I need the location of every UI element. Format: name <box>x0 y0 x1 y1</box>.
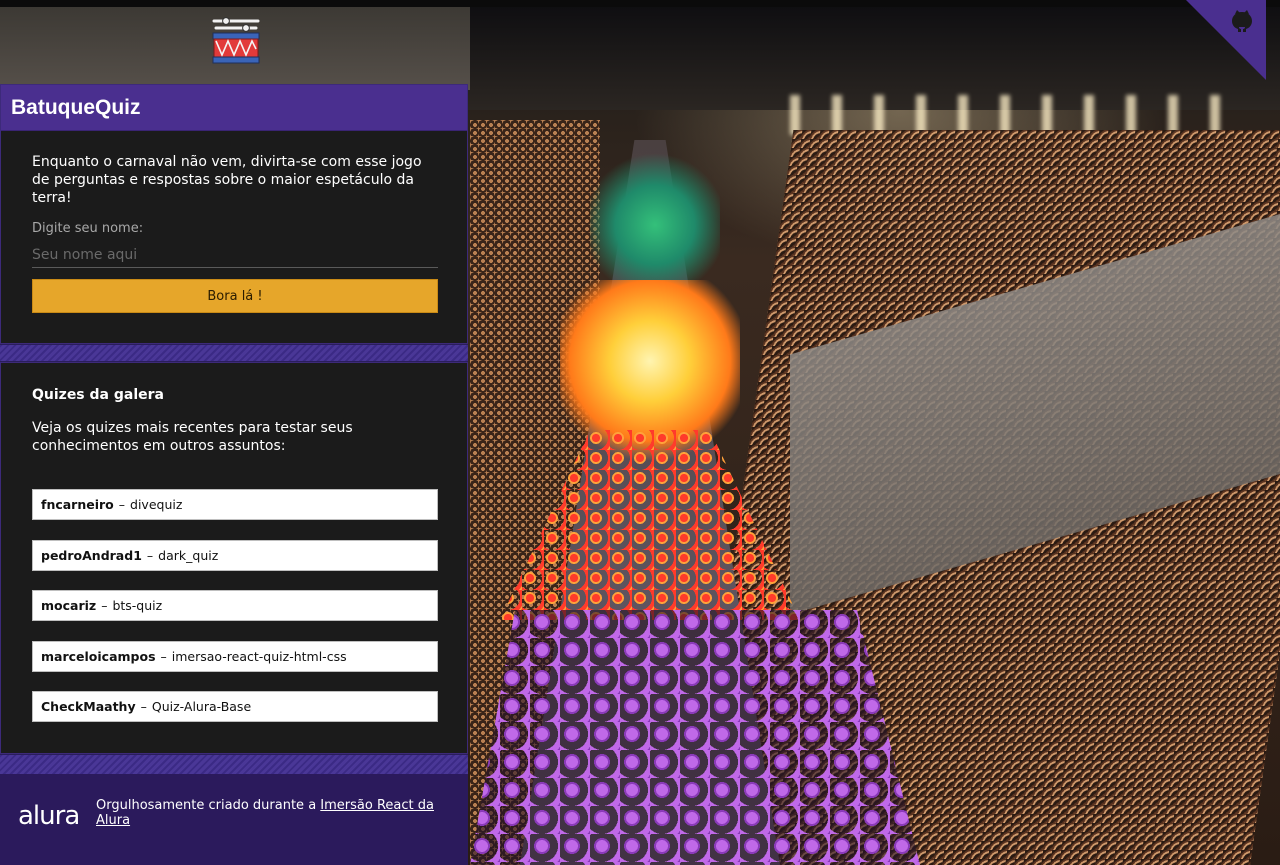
community-card: Quizes da galera Veja os quizes mais rec… <box>0 362 468 754</box>
top-stripe <box>0 0 1280 7</box>
alura-logo[interactable]: alura <box>18 801 96 831</box>
quiz-user: CheckMaathy <box>41 699 136 714</box>
background-float-top <box>590 150 720 300</box>
community-title: Quizes da galera <box>32 387 164 403</box>
play-button[interactable]: Bora lá ! <box>32 279 438 313</box>
name-label: Digite seu nome: <box>32 221 144 236</box>
community-text: Veja os quizes mais recentes para testar… <box>32 420 353 454</box>
quiz-separator: – <box>101 598 108 613</box>
quiz-separator: – <box>146 547 154 563</box>
left-panel: BatuqueQuiz Enquanto o carnaval não vem,… <box>0 84 468 865</box>
background-dancers-purple <box>470 610 920 865</box>
footer-text: Orgulhosamente criado durante a Imersão … <box>96 798 446 828</box>
github-corner[interactable] <box>1186 0 1266 80</box>
community-card-body: Quizes da galera Veja os quizes mais rec… <box>1 363 467 753</box>
quiz-user: fncarneiro <box>41 497 114 512</box>
drum-icon <box>210 16 262 68</box>
quiz-project: divequiz <box>130 497 183 512</box>
app-title: BatuqueQuiz <box>11 95 141 119</box>
intro-card-header: BatuqueQuiz <box>1 85 467 131</box>
footer-divider <box>0 754 468 774</box>
background-stadium-lights <box>790 95 1220 135</box>
quiz-separator: – <box>118 497 126 512</box>
quiz-link[interactable]: fncarneiro – divequiz <box>32 489 438 520</box>
github-icon <box>1186 0 1266 80</box>
section-divider <box>0 344 468 362</box>
quiz-link[interactable]: pedroAndrad1 – dark_quiz <box>32 539 438 571</box>
footer-text-prefix: Orgulhosamente criado durante a <box>96 798 321 813</box>
name-input[interactable] <box>32 242 438 268</box>
intro-card: BatuqueQuiz Enquanto o carnaval não vem,… <box>0 84 468 344</box>
quiz-project: Quiz-Alura-Base <box>151 699 252 714</box>
quiz-link[interactable]: mocariz – bts-quiz <box>32 590 438 621</box>
quiz-project: imersao-react-quiz-html-css <box>171 648 347 664</box>
quiz-list: fncarneiro – divequiz pedroAndrad1 – dar… <box>32 489 438 722</box>
quiz-user: marceloicampos <box>41 648 156 664</box>
quiz-user: mocariz <box>41 598 97 613</box>
footer: alura Orgulhosamente criado durante a Im… <box>0 774 468 865</box>
quiz-link[interactable]: CheckMaathy – Quiz-Alura-Base <box>32 691 438 722</box>
quiz-link[interactable]: marceloicampos – imersao-react-quiz-html… <box>32 640 438 672</box>
quiz-project: bts-quiz <box>112 598 163 613</box>
quiz-separator: – <box>140 699 147 714</box>
quiz-user: pedroAndrad1 <box>41 547 142 563</box>
intro-card-body: Enquanto o carnaval não vem, divirta-se … <box>1 131 467 343</box>
intro-text: Enquanto o carnaval não vem, divirta-se … <box>32 154 422 206</box>
quiz-separator: – <box>160 648 167 664</box>
quiz-project: dark_quiz <box>158 547 219 563</box>
